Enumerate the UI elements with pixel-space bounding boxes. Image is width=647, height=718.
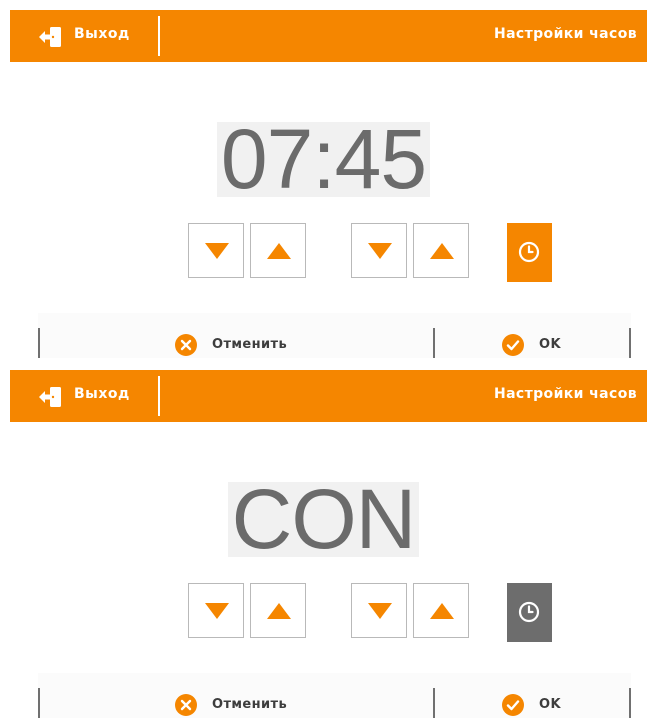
footer-bar: Отменить OK [38, 313, 631, 358]
ok-button[interactable]: OK [435, 673, 629, 718]
clock-icon [518, 601, 540, 623]
time-display: 07:45 [0, 117, 647, 201]
header-bar: Выход Настройки часов [10, 370, 647, 422]
exit-button[interactable]: Выход [10, 10, 155, 62]
check-icon [502, 334, 524, 356]
cancel-button[interactable]: Отменить [40, 673, 433, 718]
clock-settings-panel-1: Выход Настройки часов 07:45 Отменить OK [0, 0, 647, 358]
cancel-label: Отменить [212, 337, 288, 352]
minutes-down-button[interactable] [351, 583, 407, 638]
mode-display: CON [0, 477, 647, 561]
header-divider [158, 16, 160, 56]
hours-down-button[interactable] [188, 583, 244, 638]
cancel-button[interactable]: Отменить [40, 313, 433, 358]
arrow-down-icon [368, 243, 392, 259]
footer-bar: Отменить OK [38, 673, 631, 718]
clock-icon [518, 241, 540, 263]
arrow-up-icon [430, 603, 454, 619]
header-divider [158, 376, 160, 416]
hours-down-button[interactable] [188, 223, 244, 278]
exit-door-icon [39, 27, 61, 47]
footer-divider [629, 328, 631, 358]
minutes-up-button[interactable] [413, 583, 469, 638]
mode-display-value: CON [227, 477, 420, 561]
header-bar: Выход Настройки часов [10, 10, 647, 62]
arrow-down-icon [205, 603, 229, 619]
arrow-down-icon [368, 603, 392, 619]
clock-mode-button[interactable] [507, 223, 552, 282]
exit-label: Выход [74, 26, 130, 42]
arrow-up-icon [430, 243, 454, 259]
exit-button[interactable]: Выход [10, 370, 155, 422]
cancel-x-icon [175, 694, 197, 716]
footer-divider [629, 688, 631, 718]
page-title: Настройки часов [493, 386, 637, 402]
arrow-up-icon [267, 243, 291, 259]
arrow-up-icon [267, 603, 291, 619]
arrow-down-icon [205, 243, 229, 259]
minutes-down-button[interactable] [351, 223, 407, 278]
time-display-value: 07:45 [216, 117, 431, 201]
page-title: Настройки часов [493, 26, 637, 42]
check-icon [502, 694, 524, 716]
cancel-x-icon [175, 334, 197, 356]
ok-label: OK [539, 697, 561, 712]
clock-mode-button[interactable] [507, 583, 552, 642]
ok-button[interactable]: OK [435, 313, 629, 358]
exit-label: Выход [74, 386, 130, 402]
hours-up-button[interactable] [250, 223, 306, 278]
cancel-label: Отменить [212, 697, 288, 712]
clock-settings-panel-2: Выход Настройки часов CON Отменить OK [0, 360, 647, 718]
hours-up-button[interactable] [250, 583, 306, 638]
minutes-up-button[interactable] [413, 223, 469, 278]
ok-label: OK [539, 337, 561, 352]
exit-door-icon [39, 387, 61, 407]
